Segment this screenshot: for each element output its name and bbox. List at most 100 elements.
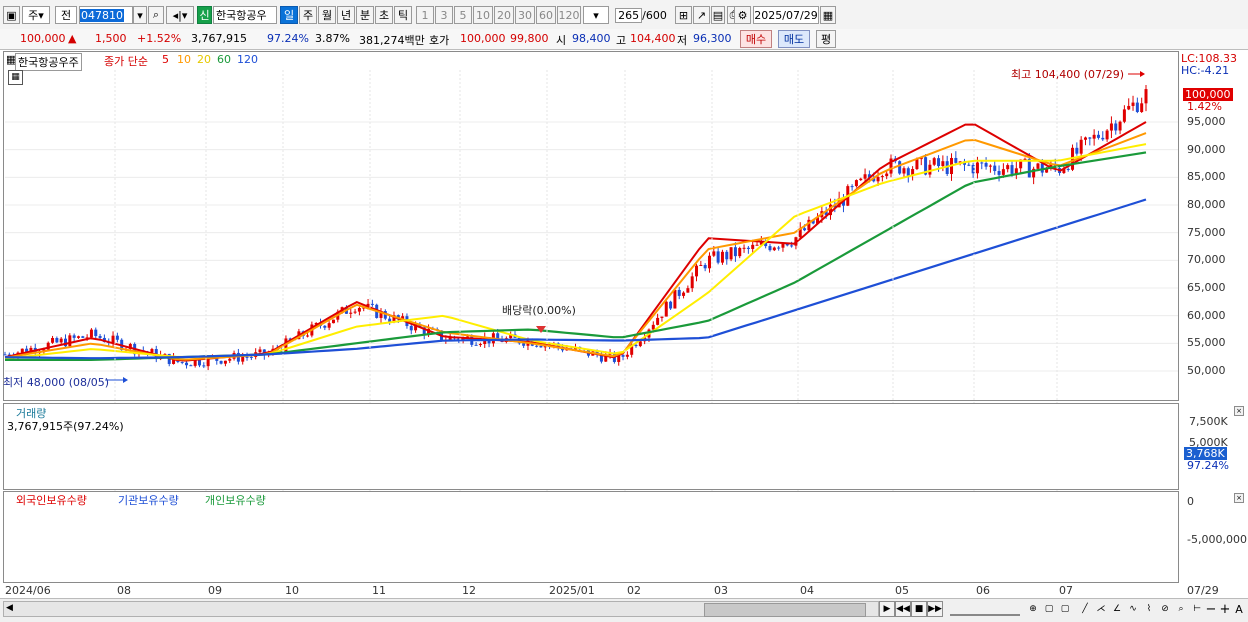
candle-body	[478, 344, 482, 346]
x-axis-label: 10	[285, 584, 299, 597]
holdings-panel[interactable]	[3, 491, 1179, 583]
candle-body	[937, 158, 941, 167]
holdings-legend-foreign: 외국인보유수량	[16, 494, 87, 507]
candle-body	[89, 329, 93, 338]
candle-body	[707, 255, 711, 269]
dividend-annotation: 배당락(0.00%)	[502, 304, 576, 317]
candle-body	[357, 307, 361, 312]
price-tick-label: 80,000	[1187, 198, 1226, 211]
candle-body	[1010, 165, 1014, 174]
candle-body	[729, 247, 733, 260]
fast-forward-icon[interactable]: ▶▶	[927, 601, 943, 617]
draw-angle-icon[interactable]: ∠	[1109, 601, 1125, 617]
candle-body	[682, 292, 686, 296]
candle-body	[55, 338, 59, 343]
candle-body	[738, 247, 742, 257]
candle-body	[625, 354, 629, 357]
window-icon[interactable]: ▢	[1041, 601, 1057, 617]
candle-body	[621, 355, 625, 357]
candle-body	[1036, 163, 1040, 169]
high-arrow-icon	[1140, 71, 1145, 77]
candle-body	[720, 251, 724, 263]
candle-body	[638, 341, 642, 347]
draw-tool-icon[interactable]: ⌇	[1141, 601, 1157, 617]
rewind-icon[interactable]: ◀◀	[895, 601, 911, 617]
candle-body	[474, 344, 478, 346]
ma-line-5	[4, 121, 1147, 362]
candle-body	[241, 356, 245, 362]
eraser-icon[interactable]: ⊘	[1157, 601, 1173, 617]
draw-wave-icon[interactable]: ∿	[1125, 601, 1141, 617]
zoom-slider[interactable]	[950, 604, 1020, 616]
candle-body	[353, 311, 357, 313]
candle-body	[535, 345, 539, 347]
candle-body	[331, 319, 335, 324]
scroll-thumb[interactable]	[704, 603, 866, 617]
font-size-icon[interactable]: A	[1231, 601, 1247, 617]
price-tick-label: 60,000	[1187, 308, 1226, 322]
candle-body	[880, 176, 884, 178]
candle-body	[223, 360, 227, 364]
candle-body	[941, 161, 945, 167]
volume-subtitle: 3,767,915주(97.24%)	[7, 420, 124, 433]
candle-body	[539, 346, 543, 348]
candle-body	[677, 289, 681, 296]
volume-panel[interactable]	[3, 403, 1179, 490]
candle-body	[746, 247, 750, 249]
candle-body	[660, 316, 664, 318]
candle-body	[755, 244, 759, 246]
candle-body	[932, 158, 936, 165]
candle-body	[115, 335, 119, 340]
scroll-left-icon[interactable]: ◀	[6, 603, 13, 613]
holdings-legend-institution: 기관보유수량	[118, 494, 179, 507]
candle-body	[980, 162, 984, 164]
candle-body	[699, 264, 703, 266]
candle-body	[1118, 121, 1122, 131]
candle-body	[664, 301, 668, 317]
x-axis-label: 2025/01	[549, 584, 595, 597]
volume-close-icon[interactable]: ×	[1234, 406, 1244, 416]
candle-body	[863, 174, 867, 179]
candle-body	[1096, 134, 1100, 138]
candle-body	[742, 247, 746, 249]
candle-body	[859, 178, 863, 181]
candle-body	[76, 336, 80, 338]
holdings-legend-individual: 개인보유수량	[205, 494, 266, 507]
x-axis-label: 07	[1059, 584, 1073, 597]
candle-body	[984, 162, 988, 167]
window2-icon[interactable]: ▢	[1057, 601, 1073, 617]
price-tick-label: 70,000	[1187, 253, 1226, 267]
candle-body	[716, 251, 720, 263]
candle-body	[898, 161, 902, 174]
draw-line-icon[interactable]: ╱	[1077, 601, 1093, 617]
low-arrow-icon	[123, 377, 128, 383]
stop-icon[interactable]: ■	[911, 601, 927, 617]
candle-body	[189, 365, 193, 367]
candle-body	[180, 361, 184, 363]
candle-body	[98, 336, 102, 338]
candle-body	[68, 335, 72, 347]
candle-body	[496, 333, 500, 339]
candle-body	[906, 168, 910, 176]
horizontal-scrollbar[interactable]: ◀	[3, 601, 879, 617]
draw-fan-icon[interactable]: ⋌	[1093, 601, 1109, 617]
high-annotation: 최고 104,400 (07/29)	[1011, 68, 1125, 81]
candle-body	[245, 356, 249, 358]
candle-body	[1122, 109, 1126, 122]
volume-current-pct: 97.24%	[1187, 459, 1229, 472]
holdings-close-icon[interactable]: ×	[1234, 493, 1244, 503]
crosshair-icon[interactable]: ⊕	[1025, 601, 1041, 617]
candle-body	[306, 335, 310, 337]
candle-body	[1114, 123, 1118, 131]
x-axis-label: 06	[976, 584, 990, 597]
scroll-right-icon[interactable]: ▶	[879, 601, 895, 617]
candle-body	[1075, 147, 1079, 154]
candle-body	[1066, 168, 1070, 170]
x-axis-label: 09	[208, 584, 222, 597]
hc-label: HC:-4.21	[1181, 64, 1230, 77]
candle-body	[997, 171, 1001, 175]
price-tick-label: 50,000	[1187, 364, 1226, 377]
price-tick-label: 90,000	[1187, 142, 1226, 156]
current-price-pct: 1.42%	[1187, 100, 1222, 113]
magnifier-icon[interactable]: ⌕	[1173, 601, 1189, 617]
